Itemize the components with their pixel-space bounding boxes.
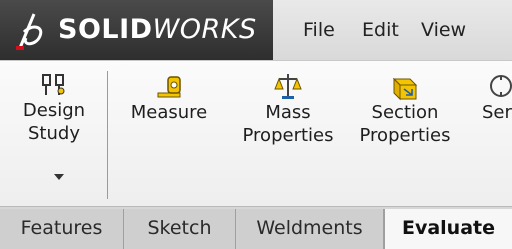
measure-button[interactable]: Measure <box>122 61 216 124</box>
mass-properties-label-2: Properties <box>242 125 334 146</box>
menu-view[interactable]: View <box>421 0 466 60</box>
measure-label: Measure <box>130 102 208 123</box>
design-study-icon <box>42 74 65 95</box>
ribbon-separator <box>107 71 108 199</box>
measure-icon <box>157 76 181 98</box>
tab-evaluate[interactable]: Evaluate <box>384 209 512 249</box>
mass-properties-label-1: Mass <box>265 102 311 123</box>
brand-name: SOLIDWORKS <box>58 14 257 45</box>
sensor-label-partial: Ser <box>482 102 512 123</box>
tab-sketch[interactable]: Sketch <box>124 209 236 249</box>
mass-properties-icon <box>274 74 302 99</box>
tab-weldments[interactable]: Weldments <box>236 209 384 249</box>
sensor-icon <box>490 75 512 97</box>
section-properties-label-1: Section <box>371 102 439 123</box>
menu-file[interactable]: File <box>303 0 335 60</box>
design-study-button[interactable]: Design Study <box>10 61 98 145</box>
sensor-button-partial[interactable]: Ser <box>472 61 512 124</box>
section-properties-icon <box>392 77 418 101</box>
section-properties-label-2: Properties <box>359 125 451 146</box>
design-study-dropdown-icon[interactable] <box>54 174 64 180</box>
command-manager-tabs: Features Sketch Weldments Evaluate <box>0 206 512 249</box>
tab-features[interactable]: Features <box>0 209 124 249</box>
ds-logo-icon <box>16 13 43 50</box>
section-properties-button[interactable]: Section Properties <box>350 61 460 147</box>
design-study-label-2: Study <box>28 123 80 144</box>
solidworks-logo: SOLIDWORKS <box>0 0 273 60</box>
menu-edit[interactable]: Edit <box>362 0 399 60</box>
design-study-label-1: Design <box>22 100 86 121</box>
command-manager-ribbon: Design Study Measure Mass Properties Sec… <box>0 60 512 207</box>
title-bar: SOLIDWORKS File Edit View <box>0 0 512 60</box>
mass-properties-button[interactable]: Mass Properties <box>236 61 340 147</box>
